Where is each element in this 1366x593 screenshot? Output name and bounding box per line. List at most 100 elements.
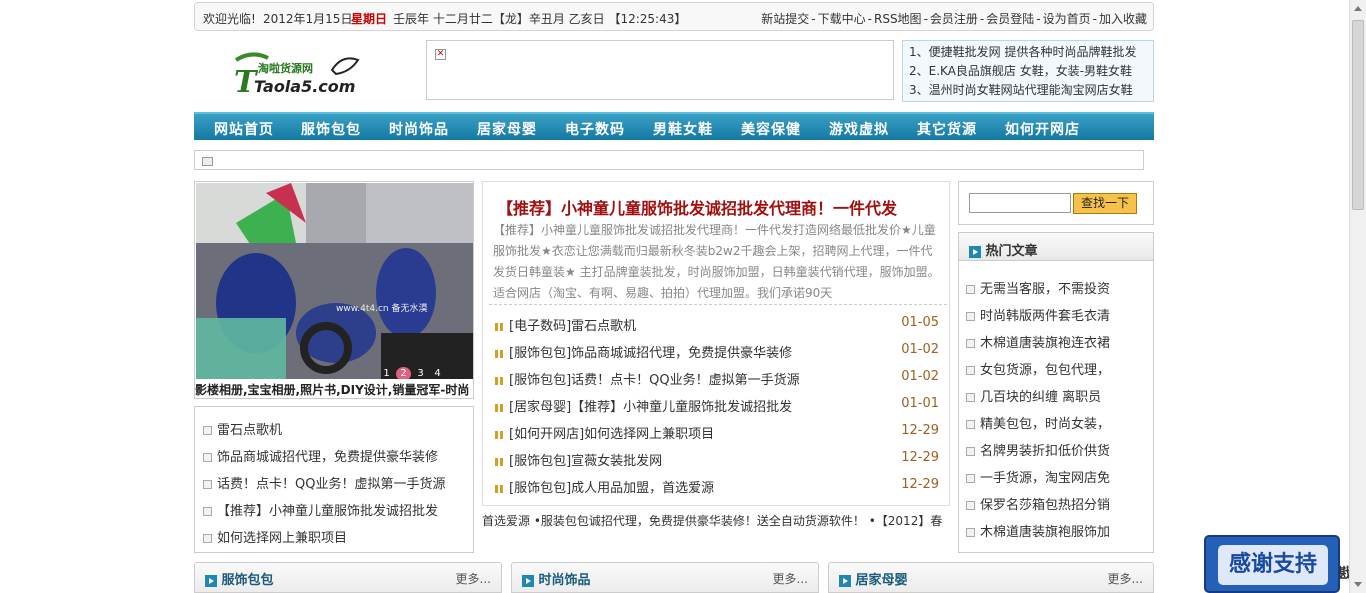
- list-item[interactable]: 一手货源，淘宝网店免: [966, 467, 1150, 486]
- hot-articles-header: 热门文章: [959, 233, 1153, 261]
- section-clothing: 服饰包包 更多...: [194, 562, 502, 593]
- bullet-icon: [966, 528, 975, 537]
- bullet-icon: [203, 507, 212, 516]
- link-submit[interactable]: 新站提交: [761, 12, 809, 26]
- news-date: 01-05: [901, 315, 939, 330]
- play-icon: [205, 574, 217, 587]
- link-register[interactable]: 会员注册: [930, 12, 978, 26]
- featured-headline[interactable]: 【推荐】小神童儿童服饰批发诚招批发代理商！一件代发: [497, 195, 897, 219]
- more-link[interactable]: 更多...: [1108, 570, 1143, 587]
- news-date: 01-02: [901, 369, 939, 384]
- promo-link[interactable]: 1、便捷鞋批发网 提供各种时尚品牌鞋批发: [909, 43, 1147, 62]
- search-input[interactable]: [969, 193, 1071, 213]
- bullet-icon: [966, 285, 975, 294]
- link-download[interactable]: 下载中心: [818, 12, 866, 26]
- link-homepage[interactable]: 设为首页: [1043, 12, 1091, 26]
- news-date: 01-01: [901, 396, 939, 411]
- more-link[interactable]: 更多...: [456, 570, 491, 587]
- nav-games[interactable]: 游戏虚拟: [829, 119, 889, 139]
- bullet-icon: [203, 534, 212, 543]
- broken-image-icon: [202, 157, 213, 166]
- scroll-thumb[interactable]: [1352, 20, 1364, 210]
- nav-home-baby[interactable]: 居家母婴: [477, 119, 537, 139]
- news-row[interactable]: [服饰包包]话费！点卡！QQ业务！虚拟第一手货源 01-02: [495, 369, 939, 388]
- image-slider[interactable]: www.4t4.cn 备无水漠 1234 影楼相册,宝宝相册,照片书,DIY设计…: [194, 181, 474, 399]
- divider: [489, 304, 947, 305]
- list-item[interactable]: 无需当客服，不需投资: [966, 278, 1150, 297]
- lunar-date: 壬辰年 十二月廿二【龙】辛丑月 乙亥日 【12:25:43】: [393, 12, 687, 26]
- bullet-icon: [203, 480, 212, 489]
- list-item[interactable]: 雷石点歌机: [203, 419, 282, 438]
- scrolling-marquee[interactable]: 首选爱源 •服装包包诚招代理，免费提供豪华装修！送全自动货源软件！ •【2012…: [482, 512, 952, 530]
- slide-page-1[interactable]: 1: [379, 367, 394, 379]
- ad-banner[interactable]: ✕: [426, 40, 894, 100]
- thanks-text: 感谢支持: [1218, 545, 1328, 585]
- news-row[interactable]: [服饰包包]饰品商城诚招代理，免费提供豪华装修 01-02: [495, 342, 939, 361]
- left-article-list: 雷石点歌机 饰品商城诚招代理，免费提供豪华装修 话费！点卡！QQ业务！虚拟第一手…: [194, 406, 474, 553]
- logo-en: Taola5.com: [254, 77, 355, 96]
- nav-electronics[interactable]: 电子数码: [565, 119, 625, 139]
- slide-caption[interactable]: 影楼相册,宝宝相册,照片书,DIY设计,销量冠军-时尚: [195, 381, 473, 398]
- list-item[interactable]: 木棉道唐装旗袍服饰加: [966, 521, 1150, 540]
- vertical-scrollbar[interactable]: [1349, 0, 1366, 593]
- bullet-icon: [966, 420, 975, 429]
- promo-link[interactable]: 3、温州时尚女鞋网站代理能淘宝网店女鞋: [909, 81, 1147, 100]
- promo-link[interactable]: 2、E.KA良品旗舰店 女鞋，女装-男鞋女鞋: [909, 62, 1147, 81]
- bullet-icon: [203, 426, 212, 435]
- list-item[interactable]: 如何选择网上兼职项目: [203, 527, 347, 546]
- top-promo-list: 1、便捷鞋批发网 提供各种时尚品牌鞋批发 2、E.KA良品旗舰店 女鞋，女装-男…: [902, 40, 1154, 102]
- bullet-icon: [966, 393, 975, 402]
- thanks-badge[interactable]: 感谢支持: [1204, 535, 1340, 593]
- list-item[interactable]: 时尚韩版两件套毛衣清: [966, 305, 1150, 324]
- search-button[interactable]: 查找一下: [1073, 193, 1137, 214]
- nav-open-shop[interactable]: 如何开网店: [1005, 119, 1080, 139]
- news-row[interactable]: [居家母婴]【推荐】小神童儿童服饰批发诚招批发 01-01: [495, 396, 939, 415]
- slide-page-3[interactable]: 3: [413, 367, 428, 379]
- news-row[interactable]: [服饰包包]宣薇女装批发网 12-29: [495, 450, 939, 469]
- news-date: 12-29: [901, 450, 939, 465]
- broken-image-icon: ✕: [435, 49, 446, 60]
- nav-home[interactable]: 网站首页: [214, 119, 274, 139]
- scroll-down-icon[interactable]: [1354, 582, 1362, 587]
- list-item[interactable]: 饰品商城诚招代理，免费提供豪华装修: [203, 446, 438, 465]
- nav-accessories[interactable]: 时尚饰品: [389, 119, 449, 139]
- slide-image[interactable]: www.4t4.cn 备无水漠 1234: [196, 183, 473, 379]
- scroll-up-icon[interactable]: [1354, 6, 1362, 11]
- news-row[interactable]: [电子数码]雷石点歌机 01-05: [495, 315, 939, 334]
- slide-page-2[interactable]: 2: [396, 367, 411, 379]
- top-info-bar: 欢迎光临! 2012年1月15日 星期日 壬辰年 十二月廿二【龙】辛丑月 乙亥日…: [194, 2, 1154, 31]
- nav-clothing[interactable]: 服饰包包: [301, 119, 361, 139]
- slide-page-4[interactable]: 4: [430, 367, 445, 379]
- link-rss[interactable]: RSS地图: [874, 12, 922, 26]
- bullet-icon: [495, 430, 503, 439]
- list-item[interactable]: 【推荐】小神童儿童服饰批发诚招批发: [203, 500, 438, 519]
- site-logo[interactable]: T 淘啦货源网 Taola5.com: [232, 50, 372, 100]
- list-item[interactable]: 精美包包，时尚女装，: [966, 413, 1150, 432]
- bullet-icon: [966, 501, 975, 510]
- list-item[interactable]: 几百块的纠缠 离职员: [966, 386, 1150, 405]
- list-item[interactable]: 名牌男装折扣低价供货: [966, 440, 1150, 459]
- list-item[interactable]: 保罗名莎箱包热招分销: [966, 494, 1150, 513]
- nav-shoes[interactable]: 男鞋女鞋: [653, 119, 713, 139]
- featured-summary: 【推荐】小神童儿童服饰批发诚招批发代理商！一件代发打造网络最低批发价★儿童服饰批…: [493, 223, 940, 300]
- bullet-icon: [203, 453, 212, 462]
- more-link[interactable]: 更多...: [773, 570, 808, 587]
- list-item[interactable]: 木棉道唐装旗袍连衣裙: [966, 332, 1150, 351]
- search-panel: 查找一下: [958, 181, 1154, 225]
- link-favorite[interactable]: 加入收藏: [1099, 12, 1147, 26]
- list-item[interactable]: 女包货源，包包代理，: [966, 359, 1150, 378]
- news-row[interactable]: [如何开网店]如何选择网上兼职项目 12-29: [495, 423, 939, 442]
- ad-bar[interactable]: [194, 150, 1144, 170]
- link-login[interactable]: 会员登陆: [986, 12, 1034, 26]
- slide-watermark: www.4t4.cn 备无水漠: [336, 302, 427, 314]
- bullet-icon: [495, 376, 503, 385]
- section-home-baby: 居家母婴 更多...: [828, 562, 1154, 593]
- news-row[interactable]: [服饰包包]成人用品加盟，首选爱源 12-29: [495, 477, 939, 496]
- news-date: 12-29: [901, 423, 939, 438]
- nav-beauty[interactable]: 美容保健: [741, 119, 801, 139]
- play-icon: [969, 245, 981, 258]
- list-item[interactable]: 话费！点卡！QQ业务！虚拟第一手货源: [203, 473, 445, 492]
- featured-panel: 【推荐】小神童儿童服饰批发诚招批发代理商！一件代发 【推荐】小神童儿童服饰批发诚…: [482, 181, 950, 506]
- nav-other[interactable]: 其它货源: [917, 119, 977, 139]
- date-text: 2012年1月15日: [263, 12, 353, 26]
